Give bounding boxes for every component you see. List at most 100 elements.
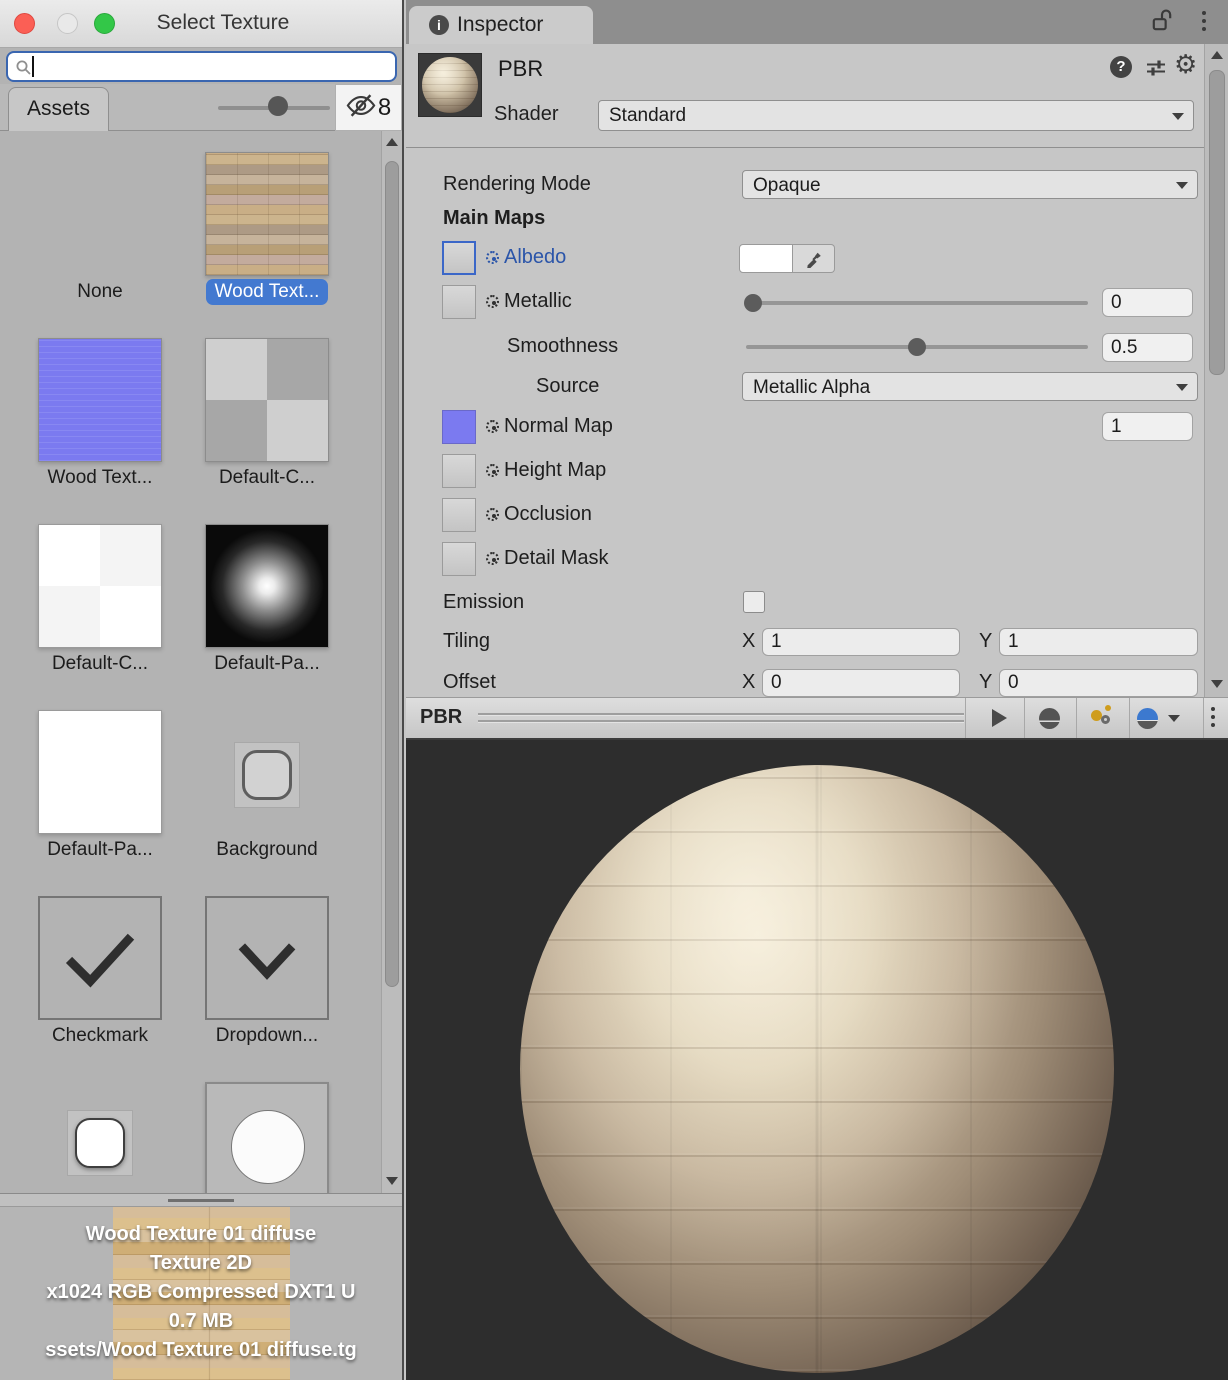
material-preview-toolbar: PBR bbox=[406, 697, 1228, 740]
smoothness-value-field[interactable]: 0.5 bbox=[1102, 333, 1193, 362]
checker-white-thumbnail bbox=[38, 524, 162, 648]
close-button[interactable] bbox=[14, 13, 35, 34]
emission-checkbox[interactable] bbox=[743, 591, 765, 613]
offset-y-field[interactable]: 0 bbox=[999, 669, 1198, 697]
offset-y-label: Y bbox=[979, 668, 992, 697]
height-map-target-icon[interactable] bbox=[486, 464, 499, 477]
tiling-y-label: Y bbox=[979, 627, 992, 656]
offset-x-field[interactable]: 0 bbox=[762, 669, 960, 697]
checker-gray-thumbnail bbox=[205, 338, 329, 462]
panel-resize-handle[interactable] bbox=[0, 1193, 402, 1207]
detail-mask-texture-slot[interactable] bbox=[442, 542, 476, 576]
gear-icon[interactable]: ⚙ bbox=[1174, 52, 1197, 78]
occlusion-target-icon[interactable] bbox=[486, 508, 499, 521]
smoothness-label: Smoothness bbox=[507, 332, 618, 361]
texture-item-label: Default-C... bbox=[20, 651, 180, 677]
offset-label: Offset bbox=[443, 668, 496, 697]
emission-label: Emission bbox=[443, 588, 524, 617]
metallic-slider-thumb[interactable] bbox=[744, 294, 762, 312]
scroll-down-icon[interactable] bbox=[386, 1177, 398, 1185]
albedo-target-icon[interactable] bbox=[486, 251, 499, 264]
normal-map-target-icon[interactable] bbox=[486, 420, 499, 433]
detail-mask-label: Detail Mask bbox=[504, 544, 608, 573]
search-input[interactable] bbox=[6, 51, 397, 82]
source-label: Source bbox=[536, 372, 599, 401]
texture-format: x1024 RGB Compressed DXT1 U bbox=[0, 1278, 402, 1307]
smoothness-slider-thumb[interactable] bbox=[908, 338, 926, 356]
scroll-down-icon[interactable] bbox=[1211, 680, 1223, 688]
color-picker-button[interactable] bbox=[793, 244, 835, 273]
preview-sphere[interactable] bbox=[520, 765, 1114, 1373]
material-preview-viewport[interactable] bbox=[406, 740, 1228, 1380]
tab-menu-icon[interactable] bbox=[1202, 11, 1206, 31]
help-icon[interactable]: ? bbox=[1110, 56, 1132, 78]
window-title: Select Texture bbox=[44, 11, 402, 35]
white-thumbnail bbox=[38, 710, 162, 834]
thumbnail-size-slider-thumb[interactable] bbox=[268, 96, 288, 116]
texture-item-label: Default-Pa... bbox=[20, 837, 180, 863]
rendering-mode-label: Rendering Mode bbox=[443, 170, 591, 199]
preview-drag-handle[interactable] bbox=[478, 713, 964, 723]
environment-sphere-icon[interactable] bbox=[1137, 708, 1158, 729]
albedo-color-swatch[interactable] bbox=[739, 244, 793, 273]
wood-diffuse-thumbnail bbox=[205, 152, 329, 276]
metallic-value-field[interactable]: 0 bbox=[1102, 288, 1193, 317]
lock-icon[interactable] bbox=[1152, 8, 1172, 39]
hidden-assets-count: 8 bbox=[378, 94, 391, 122]
texture-path: ssets/Wood Texture 01 diffuse.tg bbox=[0, 1336, 402, 1365]
tab-inspector[interactable]: i Inspector bbox=[409, 6, 593, 44]
source-dropdown[interactable]: Metallic Alpha bbox=[742, 372, 1198, 401]
metallic-target-icon[interactable] bbox=[486, 295, 499, 308]
mesh-sphere-icon[interactable] bbox=[1039, 708, 1060, 729]
texture-grid: None Wood Text... Wood Text... Default-C… bbox=[0, 131, 402, 1193]
chevron-thumbnail bbox=[205, 896, 329, 1020]
texture-item-label: Wood Text... bbox=[20, 465, 180, 491]
grid-scrollbar-thumb[interactable] bbox=[385, 161, 399, 987]
tiling-x-field[interactable]: 1 bbox=[762, 628, 960, 656]
height-map-texture-slot[interactable] bbox=[442, 454, 476, 488]
scroll-up-icon[interactable] bbox=[1211, 51, 1223, 59]
metallic-texture-slot[interactable] bbox=[442, 285, 476, 319]
occlusion-texture-slot[interactable] bbox=[442, 498, 476, 532]
checkmark-thumbnail bbox=[38, 896, 162, 1020]
eyedropper-icon bbox=[805, 250, 823, 268]
preview-title: PBR bbox=[420, 706, 462, 729]
texture-item-label-selected: Wood Text... bbox=[187, 279, 347, 305]
hidden-assets-toggle[interactable]: 8 bbox=[335, 84, 402, 131]
lighting-icon[interactable] bbox=[1090, 705, 1116, 731]
normal-map-texture-slot[interactable] bbox=[442, 410, 476, 444]
material-sphere-icon bbox=[422, 57, 478, 113]
normal-map-scale-field[interactable]: 1 bbox=[1102, 412, 1193, 441]
checkmark-icon bbox=[40, 898, 160, 1018]
resize-grip-icon bbox=[168, 1199, 234, 1202]
texture-item-label: Default-Pa... bbox=[187, 651, 347, 677]
tiling-x-label: X bbox=[742, 627, 755, 656]
dropdown-caret-icon bbox=[1176, 384, 1188, 391]
presets-icon[interactable] bbox=[1144, 56, 1168, 85]
rendering-mode-dropdown[interactable]: Opaque bbox=[742, 170, 1198, 199]
text-cursor bbox=[32, 56, 34, 77]
dropdown-caret-icon bbox=[1176, 182, 1188, 189]
unity-editor: Select Texture Assets bbox=[0, 0, 1228, 1380]
grid-scrollbar-track[interactable] bbox=[381, 131, 402, 1193]
detail-mask-target-icon[interactable] bbox=[486, 552, 499, 565]
smoothness-slider-track[interactable] bbox=[746, 345, 1088, 349]
particle-thumbnail bbox=[205, 524, 329, 648]
texture-size: 0.7 MB bbox=[0, 1307, 402, 1336]
shader-dropdown[interactable]: Standard bbox=[598, 100, 1194, 131]
preview-menu-icon[interactable] bbox=[1211, 707, 1215, 727]
albedo-texture-slot[interactable] bbox=[442, 241, 476, 275]
info-icon: i bbox=[429, 15, 449, 35]
environment-caret-icon[interactable] bbox=[1168, 715, 1180, 722]
play-icon[interactable] bbox=[992, 709, 1007, 727]
inspector-scrollbar-thumb[interactable] bbox=[1209, 70, 1225, 375]
height-map-label: Height Map bbox=[504, 456, 606, 485]
metallic-slider-track[interactable] bbox=[746, 301, 1088, 305]
tab-assets[interactable]: Assets bbox=[8, 87, 109, 132]
material-properties: Rendering Mode Opaque Main Maps Albedo bbox=[406, 148, 1228, 697]
wood-normal-thumbnail bbox=[38, 338, 162, 462]
inspector-scrollbar-track[interactable] bbox=[1204, 44, 1228, 697]
scroll-up-icon[interactable] bbox=[386, 138, 398, 146]
material-header: PBR ? ⚙ Shader Standard bbox=[406, 44, 1228, 148]
tiling-y-field[interactable]: 1 bbox=[999, 628, 1198, 656]
